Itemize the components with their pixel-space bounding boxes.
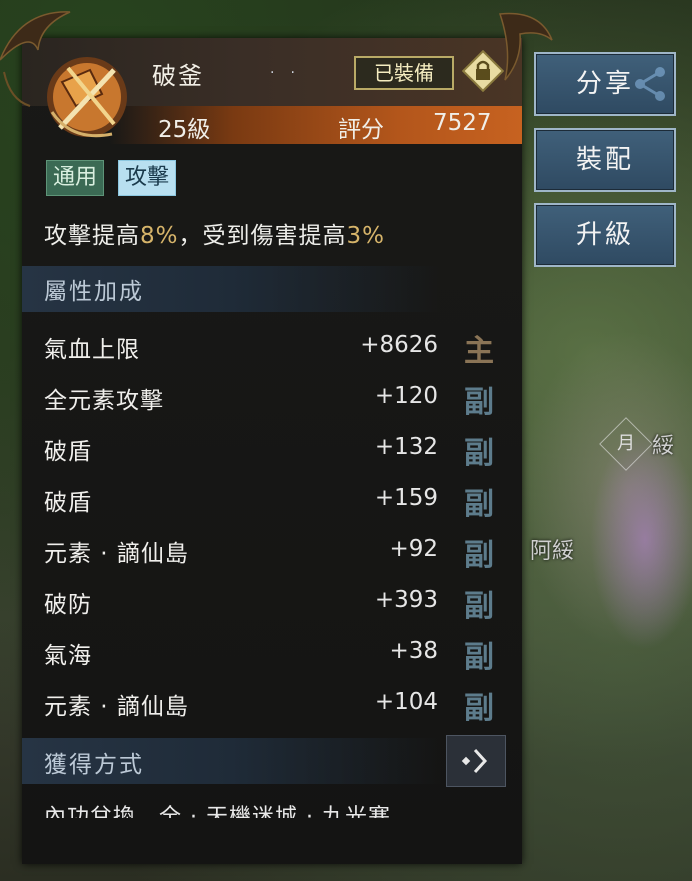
axe-sword-icon: [47, 57, 127, 138]
share-nodes-icon: [635, 67, 665, 101]
rating-label: 評分: [338, 117, 384, 143]
stat-row: 破盾 +132 副: [44, 432, 504, 472]
tag-general: 通用: [46, 160, 105, 196]
stat-row: 破盾 +159 副: [44, 483, 504, 523]
stat-value: +393: [374, 587, 438, 613]
stat-kind-sub-badge: 副: [464, 538, 494, 573]
stat-row: 氣海 +38 副: [44, 636, 504, 676]
decorative-sparkles: ··: [270, 65, 311, 81]
stat-name: 氣海: [44, 643, 92, 669]
description-value-2: 3%: [346, 223, 385, 249]
stat-value: +159: [374, 485, 438, 511]
stat-row: 元素 · 謫仙島 +104 副: [44, 687, 504, 727]
stat-kind-sub-badge: 副: [464, 487, 494, 522]
stat-name: 元素 · 謫仙島: [44, 694, 189, 720]
scene-spirit-creature: [590, 430, 692, 650]
tag-attack: 攻擊: [118, 160, 177, 196]
stat-value: +104: [374, 689, 438, 715]
stat-kind-sub-badge: 副: [464, 640, 494, 675]
description-text-1: 攻擊提高: [44, 223, 140, 249]
stat-row: 元素 · 謫仙島 +92 副: [44, 534, 504, 574]
share-button[interactable]: 分享: [534, 52, 676, 116]
stat-row: 全元素攻擊 +120 副: [44, 381, 504, 421]
stat-name: 破盾: [44, 439, 92, 465]
npc-name-partial: 綏: [652, 434, 675, 459]
item-name: 破釜: [152, 62, 204, 90]
description-value-1: 8%: [140, 223, 179, 249]
stat-row: 破防 +393 副: [44, 585, 504, 625]
acquisition-section-title: 獲得方式: [44, 752, 144, 778]
stat-name: 破防: [44, 592, 92, 618]
stat-kind-sub-badge: 副: [464, 385, 494, 420]
stat-value: +92: [389, 536, 438, 562]
stat-value: +38: [389, 638, 438, 664]
share-button-label: 分享: [575, 69, 634, 99]
stat-name: 氣血上限: [44, 337, 140, 363]
moon-tag-label: 月: [617, 433, 635, 454]
stat-kind-sub-badge: 副: [464, 436, 494, 471]
stat-kind-main-badge: 主: [464, 334, 494, 369]
chevron-right-icon: [461, 748, 488, 774]
stat-name: 破盾: [44, 490, 92, 516]
stat-value: +8626: [360, 332, 438, 358]
equipped-badge: 已裝備: [354, 56, 454, 90]
stat-kind-sub-badge: 副: [464, 691, 494, 726]
npc-name-label[interactable]: 阿綏: [530, 533, 574, 565]
stat-value: +120: [374, 383, 438, 409]
acquisition-expand-button[interactable]: [446, 735, 506, 787]
stat-name: 全元素攻擊: [44, 388, 164, 414]
stat-name: 元素 · 謫仙島: [44, 541, 189, 567]
description-text-2: ，受到傷害提高: [178, 223, 347, 249]
attributes-section-title: 屬性加成: [44, 279, 144, 305]
rating-value: 7527: [433, 110, 492, 136]
stat-value: +132: [374, 434, 438, 460]
lock-icon[interactable]: [462, 50, 504, 92]
equip-button[interactable]: 裝配: [534, 128, 676, 192]
stat-row: 氣血上限 +8626 主: [44, 330, 504, 370]
upgrade-button[interactable]: 升級: [534, 203, 676, 267]
acquisition-text: 內功兌換，全 · 天機迷城 · 九光寒: [44, 805, 391, 818]
item-description: 攻擊提高8%，受到傷害提高3%: [44, 216, 385, 250]
item-level: 25級: [158, 117, 211, 143]
stat-kind-sub-badge: 副: [464, 589, 494, 624]
